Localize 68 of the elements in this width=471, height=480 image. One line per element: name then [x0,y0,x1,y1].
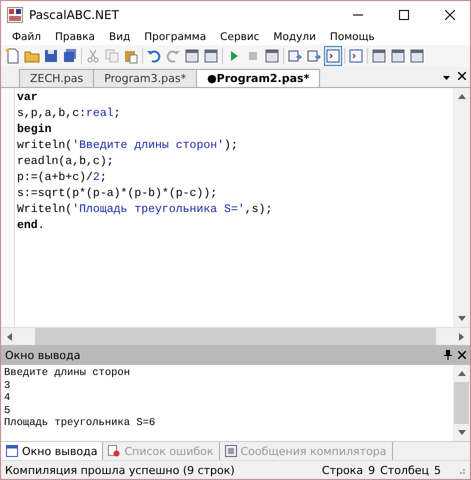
menu-item[interactable]: Модули [266,31,323,43]
undo-arrow-icon [146,48,162,64]
menu-item[interactable]: Помощь [322,31,382,43]
window-icon [390,48,406,64]
window-title: PascalABC.NET [29,8,120,22]
menu-item[interactable]: Сервис [213,31,266,43]
pin-icon[interactable] [444,350,452,360]
window-icon [264,48,280,64]
column-label: Столбец [380,464,429,476]
code-line: s:=sqrt(p*(p-a)*(p-b)*(p-c)); [17,186,218,202]
scroll-up-icon[interactable] [458,370,466,378]
window-icon [6,445,18,457]
app-logo-icon [7,7,23,23]
panel-title: Окно вывода [5,348,82,362]
maximize-icon[interactable] [399,10,409,20]
close-icon[interactable] [445,10,455,20]
document-icon [5,48,21,64]
close-icon[interactable] [458,351,466,359]
scroll-left-icon[interactable] [6,332,14,340]
scroll-down-icon[interactable] [458,314,466,322]
code-line: Writeln('Площадь треугольника S=',s); [17,202,272,218]
window-icon [409,48,425,64]
column-number: 5 [434,464,441,476]
window-icon [203,48,219,64]
panel-tab[interactable]: Окно вывода [1,442,104,460]
code-line: var [17,90,38,106]
close-icon[interactable] [458,72,466,80]
menu-item[interactable]: Файл [5,31,48,43]
code-line: s,p,a,b,c:real; [17,106,121,122]
menu-item[interactable]: Вид [102,31,138,43]
console-icon [348,48,364,64]
step-arrow-icon [306,48,322,64]
clipboard-icon [123,48,139,64]
output-line: 5 [4,404,10,418]
console-icon [325,48,341,64]
code-line: end. [17,218,45,234]
menu-item[interactable]: Правка [48,31,102,43]
line-label: Строка [322,464,364,476]
code-line: writeln('Введите длины сторон'); [17,138,238,154]
code-line: begin [17,122,52,138]
scroll-up-icon[interactable] [458,92,466,100]
console-button[interactable] [324,46,342,66]
floppy-disks-icon [62,48,78,64]
code-line: p:=(a+b+c)/2; [17,170,107,186]
copy-icon [104,48,120,64]
line-number: 9 [368,464,376,476]
output-line: Введите длины сторон [4,367,130,380]
redo-arrow-icon [165,48,181,64]
scissors-icon [85,48,101,64]
window-icon [371,48,387,64]
document-error-icon [108,445,120,457]
window-icon [224,445,236,457]
output-line: 3 [4,380,10,392]
code-line: readln(a,b,c); [17,154,114,170]
file-tab[interactable]: ZECH.pas [19,69,94,87]
dropdown-caret-icon[interactable] [443,76,450,80]
file-tab[interactable]: ●Program2.pas* [196,69,320,87]
menu-item[interactable]: Программа [137,31,214,43]
window-icon [184,48,200,64]
scrollbar-thumb[interactable] [454,382,469,424]
output-line: Площадь треугольника S=6 [4,417,156,430]
scroll-down-icon[interactable] [458,428,466,436]
output-line: 4 [4,392,10,405]
status-message: Компиляция прошла успешно (9 строк) [5,464,236,476]
scroll-right-icon[interactable] [458,332,466,340]
scrollbar-thumb[interactable] [35,328,436,345]
step-arrow-icon [287,48,303,64]
file-tab[interactable]: Program3.pas* [93,69,198,87]
